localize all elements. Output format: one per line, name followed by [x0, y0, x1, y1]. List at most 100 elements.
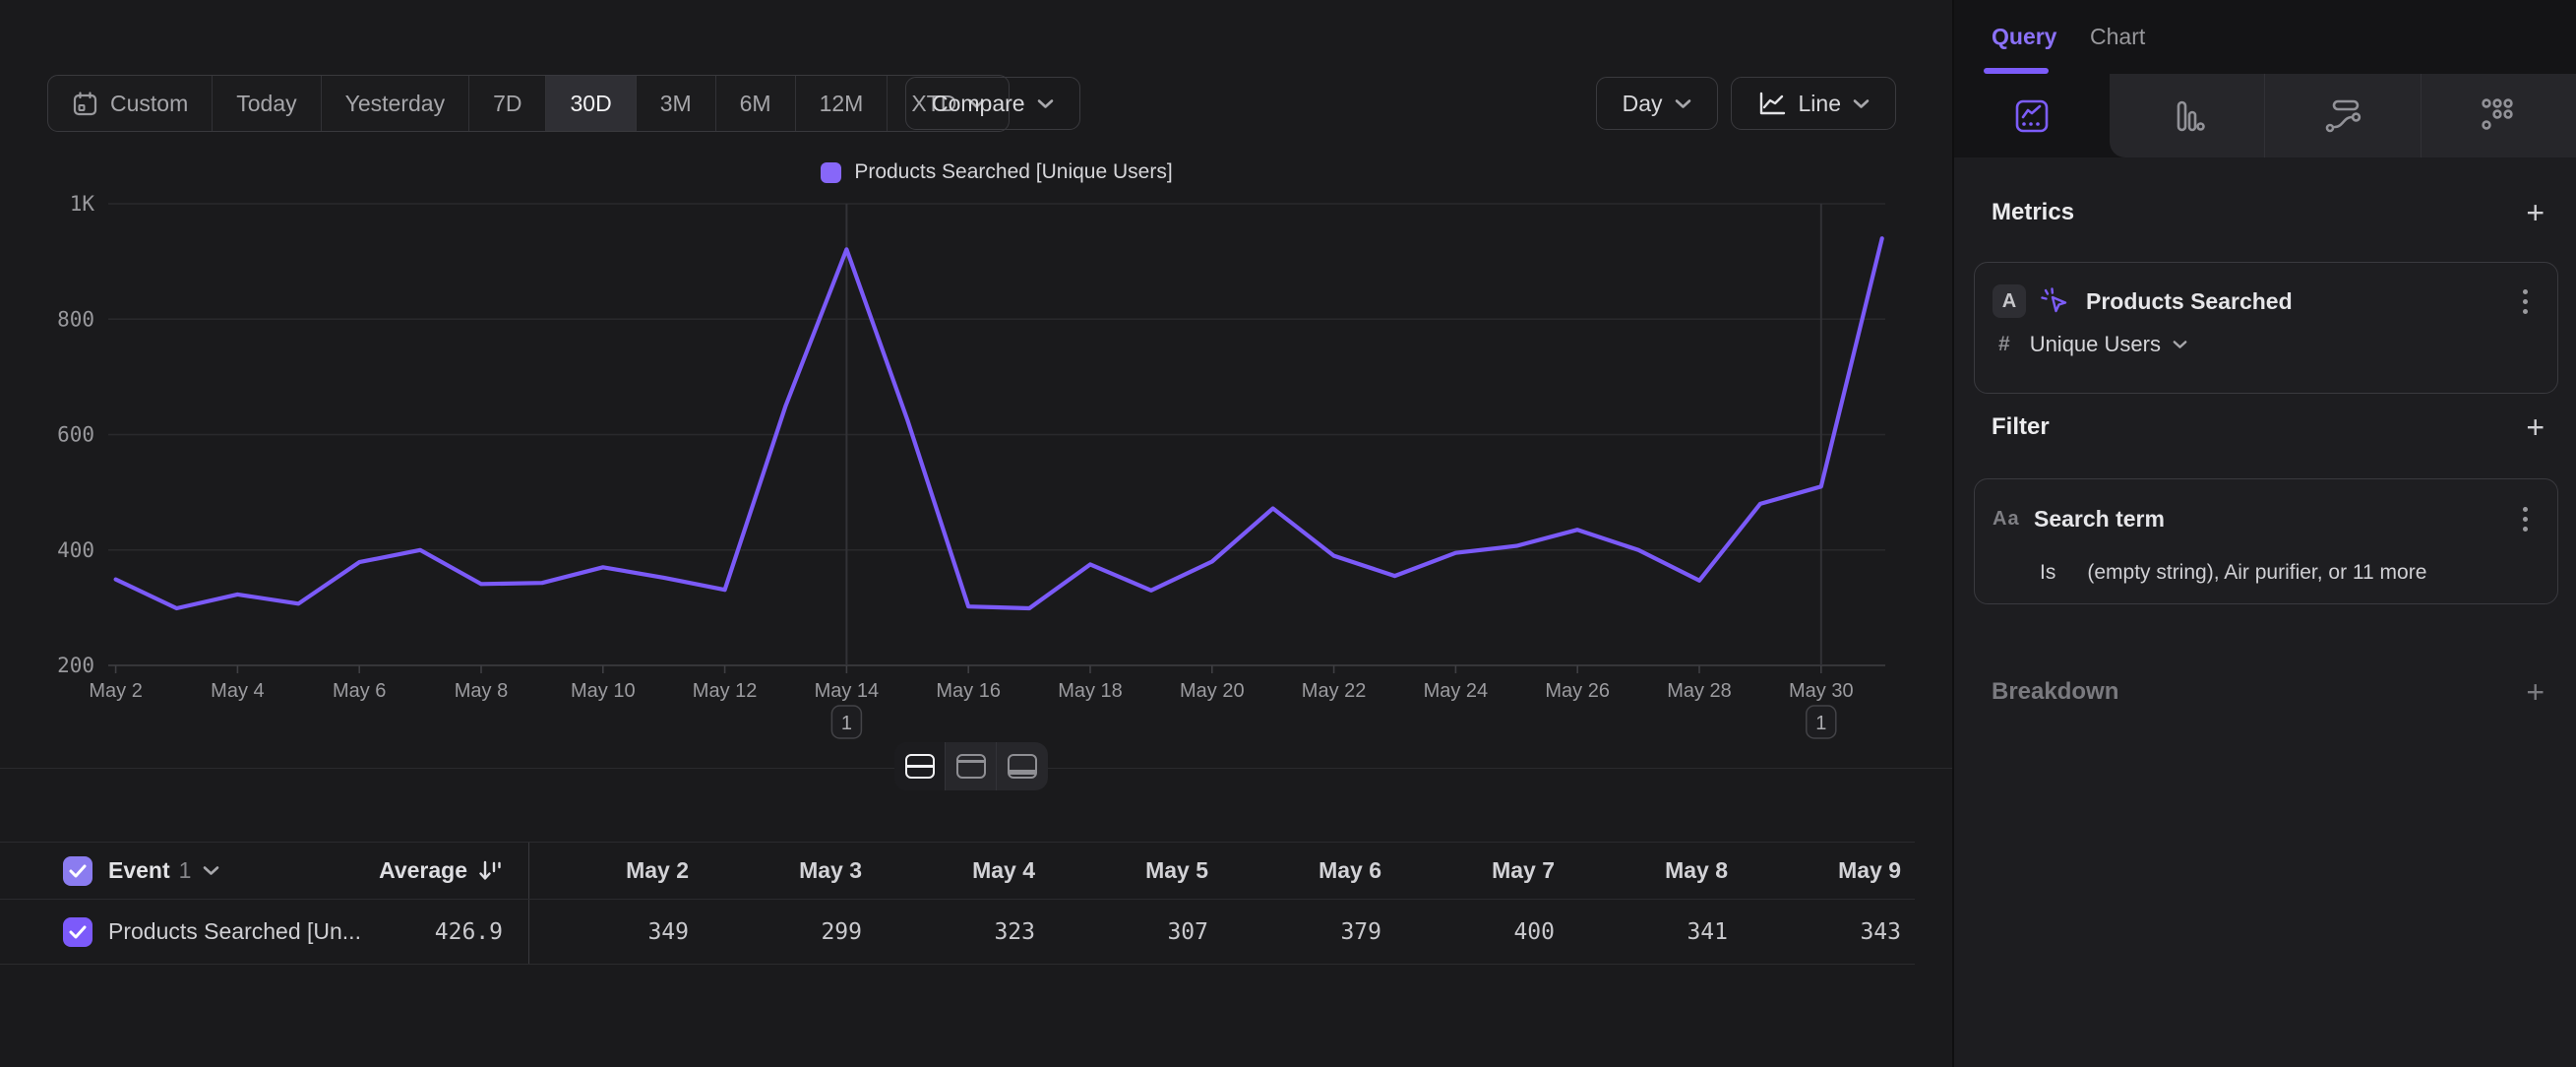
tab-query[interactable]: Query [1992, 0, 2056, 74]
column-header-may-5[interactable]: May 5 [1049, 843, 1222, 899]
x-axis-label: May 14 [815, 680, 880, 702]
table-header-row: Event 1 Average May 2 May 3 May 4 May 5 [0, 843, 1915, 900]
chevron-down-icon[interactable] [203, 865, 219, 876]
series-name: Products Searched [Un... [108, 918, 361, 945]
select-all-checkbox[interactable] [63, 856, 92, 886]
column-header-may-7[interactable]: May 7 [1395, 843, 1568, 899]
kebab-menu-icon[interactable] [2512, 503, 2538, 535]
aggregation-selector[interactable]: Unique Users [2030, 332, 2161, 357]
y-axis-label: 800 [57, 307, 94, 331]
filter-heading: Filter [1992, 413, 2050, 441]
x-axis-label: May 28 [1667, 680, 1732, 702]
series-checkbox[interactable] [63, 917, 92, 947]
filter-card[interactable]: Aa Search term Is (empty string), Air pu… [1974, 478, 2558, 604]
results-table: Event 1 Average May 2 May 3 May 4 May 5 [0, 842, 1915, 965]
insights-line-chart-icon [2012, 96, 2052, 136]
chart-view-icon [956, 754, 986, 779]
tab-chart[interactable]: Chart [2090, 0, 2145, 74]
filter-section-header: Filter + [1974, 406, 2558, 449]
table-row-left: Products Searched [Un... 426.9 [0, 900, 529, 964]
annotation-count: 1 [841, 713, 852, 734]
table-row[interactable]: Products Searched [Un... 426.9 349 299 3… [0, 900, 1915, 965]
value-cell-may-3: 299 [703, 900, 876, 964]
aggregation-symbol: # [1998, 333, 2010, 356]
x-axis-label: May 24 [1424, 680, 1489, 702]
check-icon [69, 925, 87, 939]
table-header-left: Event 1 Average [0, 843, 529, 899]
x-axis-label: May 6 [333, 680, 386, 702]
filter-property-name[interactable]: Search term [2034, 506, 2165, 533]
add-breakdown-button[interactable]: + [2526, 676, 2545, 708]
value-cell-may-4: 323 [876, 900, 1049, 964]
chart-type-tabs [1954, 74, 2576, 157]
value-cell-may-5: 307 [1049, 900, 1222, 964]
y-axis-label: 1K [70, 192, 95, 216]
event-column-label: Event [108, 857, 170, 884]
column-header-may-3[interactable]: May 3 [703, 843, 876, 899]
check-icon [69, 864, 87, 878]
event-count: 1 [179, 857, 192, 884]
x-axis-label: May 10 [571, 680, 636, 702]
column-header-may-8[interactable]: May 8 [1568, 843, 1742, 899]
y-axis-label: 600 [57, 423, 94, 447]
table-view-icon [1008, 754, 1037, 779]
x-axis-label: May 22 [1302, 680, 1367, 702]
funnels-bars-icon [2168, 98, 2207, 134]
value-cell-may-2: 349 [529, 900, 703, 964]
value-cell-may-9: 343 [1742, 900, 1915, 964]
query-builder-sidebar: Query Chart [1952, 0, 2576, 1067]
filter-operator[interactable]: Is [2040, 561, 2055, 585]
chevron-down-icon[interactable] [2173, 340, 2187, 349]
string-property-icon: Aa [1993, 508, 2026, 531]
chart-type-retention[interactable] [2421, 74, 2576, 157]
add-metric-button[interactable]: + [2526, 197, 2545, 228]
view-toggle-chart[interactable] [946, 742, 997, 790]
x-axis-label: May 18 [1058, 680, 1123, 702]
x-axis-label: May 30 [1789, 680, 1854, 702]
split-view-icon [905, 754, 935, 779]
filter-values-summary[interactable]: (empty string), Air purifier, or 11 more [2087, 561, 2426, 585]
line-chart[interactable]: 2004006008001K11May 2May 4May 6May 8May … [0, 0, 1952, 768]
y-axis-label: 200 [57, 654, 94, 677]
metric-card[interactable]: A Products Searched # Unique Users [1974, 262, 2558, 394]
x-axis-label: May 26 [1545, 680, 1610, 702]
x-axis-label: May 12 [693, 680, 758, 702]
average-column-label[interactable]: Average [379, 857, 467, 884]
column-header-may-2[interactable]: May 2 [529, 843, 703, 899]
column-header-may-9[interactable]: May 9 [1742, 843, 1915, 899]
x-axis-label: May 2 [89, 680, 142, 702]
metrics-heading: Metrics [1992, 199, 2074, 226]
sidebar-top: Query Chart [1954, 0, 2576, 157]
metric-event-name[interactable]: Products Searched [2086, 288, 2293, 315]
y-axis-label: 400 [57, 538, 94, 562]
breakdown-section-header: Breakdown + [1974, 670, 2558, 714]
report-main-area: Custom Today Yesterday 7D 30D 3M 6M 12M … [0, 0, 1952, 1067]
kebab-menu-icon[interactable] [2512, 285, 2538, 318]
view-toggle-split[interactable] [894, 742, 946, 790]
view-toggle-table[interactable] [997, 742, 1048, 790]
column-header-may-4[interactable]: May 4 [876, 843, 1049, 899]
filter-card-main-row: Aa Search term [1993, 503, 2538, 535]
x-axis-label: May 20 [1180, 680, 1245, 702]
sort-descending-icon[interactable] [477, 858, 503, 884]
inactive-chart-type-tabs [2110, 74, 2576, 157]
chart-line-series[interactable] [116, 238, 1882, 608]
chart-type-funnels[interactable] [2110, 74, 2264, 157]
retention-dots-icon [2479, 96, 2518, 136]
chart-type-flows[interactable] [2264, 74, 2420, 157]
sidebar-content: Metrics + A Products Searched # [1954, 157, 2576, 714]
x-axis-label: May 16 [936, 680, 1001, 702]
view-mode-toggle [894, 742, 1048, 790]
value-cell-may-6: 379 [1222, 900, 1395, 964]
average-value: 426.9 [435, 919, 503, 945]
sidebar-tab-bar: Query Chart [1954, 0, 2576, 74]
metric-aggregation-row: # Unique Users [1993, 332, 2538, 357]
metrics-section-header: Metrics + [1974, 191, 2558, 234]
event-icon [2039, 285, 2072, 317]
add-filter-button[interactable]: + [2526, 411, 2545, 443]
x-axis-label: May 8 [455, 680, 508, 702]
chart-type-insights-active[interactable] [1954, 74, 2110, 157]
column-header-may-6[interactable]: May 6 [1222, 843, 1395, 899]
x-axis-label: May 4 [211, 680, 264, 702]
series-letter-badge: A [1993, 284, 2026, 318]
